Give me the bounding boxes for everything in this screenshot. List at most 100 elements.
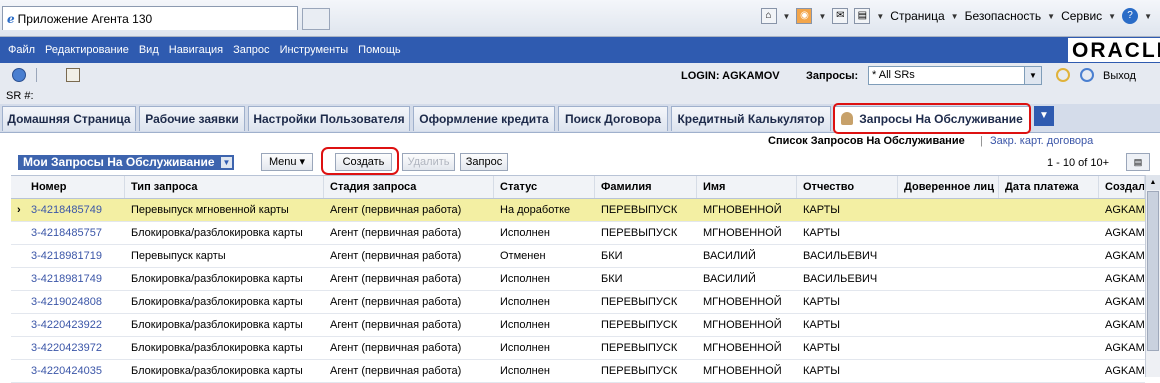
cell-trustee bbox=[904, 268, 999, 290]
table-row[interactable]: 3-4218981719 Перевыпуск карты Агент (перви… bbox=[11, 245, 1145, 268]
query-button[interactable]: Запрос bbox=[460, 153, 508, 171]
more-tabs-button[interactable]: ▼ bbox=[1034, 106, 1054, 126]
table-scrollbar[interactable]: ▲ bbox=[1145, 175, 1160, 377]
cell-stage: Агент (первичная работа) bbox=[330, 273, 462, 285]
col-created-by[interactable]: Создал bbox=[1099, 176, 1145, 198]
link-closed-contract[interactable]: Закр. карт. договора bbox=[990, 135, 1093, 147]
tab-work-orders[interactable]: Рабочие заявки bbox=[139, 106, 245, 131]
tab-service-requests[interactable]: Запросы На Обслуживание bbox=[834, 106, 1030, 133]
create-button[interactable]: Создать bbox=[335, 153, 392, 171]
cell-stage: Агент (первичная работа) bbox=[330, 204, 462, 216]
browser-tab[interactable]: e Приложение Агента 130 bbox=[2, 6, 298, 30]
chevron-down-icon: ▼ bbox=[1108, 11, 1117, 21]
logout-button[interactable]: Выход bbox=[1103, 70, 1136, 82]
cell-patronymic: ВАСИЛЬЕВИЧ bbox=[803, 273, 878, 285]
table-row[interactable]: 3-4218485757 Блокировка/разблокировка кар… bbox=[11, 222, 1145, 245]
col-type[interactable]: Тип запроса bbox=[125, 176, 324, 198]
table-row[interactable]: 3-4220423972 Блокировка/разблокировка кар… bbox=[11, 337, 1145, 360]
chevron-down-icon[interactable]: ▼ bbox=[1024, 67, 1041, 84]
menu-view[interactable]: Вид bbox=[139, 44, 159, 56]
tab-contract-search[interactable]: Поиск Договора bbox=[558, 106, 668, 131]
tab-credit[interactable]: Оформление кредита bbox=[413, 106, 555, 131]
pager-text: 1 - 10 of 10+ bbox=[1047, 157, 1110, 169]
table-row[interactable]: 3-4219024808 Блокировка/разблокировка кар… bbox=[11, 291, 1145, 314]
home-dropdown-icon[interactable]: ▼ bbox=[783, 12, 791, 21]
cell-number[interactable]: 3-4218485749 bbox=[31, 199, 125, 221]
cell-type: Блокировка/разблокировка карты bbox=[131, 365, 303, 377]
help-icon[interactable]: ? bbox=[1122, 8, 1139, 24]
col-patronymic[interactable]: Отчество bbox=[797, 176, 898, 198]
cell-lastname: ПЕРЕВЫПУСК bbox=[601, 204, 678, 216]
cell-number[interactable]: 3-4220423972 bbox=[31, 337, 125, 359]
cell-trustee bbox=[904, 360, 999, 382]
chevron-down-icon[interactable]: ▼ bbox=[221, 157, 232, 168]
feeds-icon[interactable]: ◉ bbox=[796, 8, 813, 24]
help-dropdown-icon[interactable]: ▼ bbox=[1144, 12, 1152, 21]
home-icon[interactable]: ⌂ bbox=[760, 8, 777, 24]
calculator-icon[interactable] bbox=[66, 68, 80, 82]
tools-menu[interactable]: Сервис bbox=[1061, 9, 1102, 23]
queries-select[interactable]: * All SRs ▼ bbox=[868, 66, 1042, 85]
globe-icon[interactable] bbox=[12, 68, 26, 82]
col-status[interactable]: Статус bbox=[494, 176, 595, 198]
print-icon[interactable]: ▤ bbox=[854, 8, 871, 24]
search-sr-icon[interactable] bbox=[1056, 68, 1070, 82]
menu-file[interactable]: Файл bbox=[8, 44, 35, 56]
col-trustee[interactable]: Доверенное лиц bbox=[898, 176, 999, 198]
cell-trustee bbox=[904, 337, 999, 359]
cell-number[interactable]: 3-4220424035 bbox=[31, 360, 125, 382]
cell-patronymic: КАРТЫ bbox=[803, 365, 841, 377]
col-stage[interactable]: Стадия запроса bbox=[324, 176, 494, 198]
link-sr-list[interactable]: Список Запросов На Обслуживание bbox=[768, 135, 965, 147]
screen-links: Список Запросов На Обслуживание bbox=[768, 135, 965, 147]
table-row[interactable]: › 3-4218485749 Перевыпуск мгновенной карты… bbox=[11, 199, 1145, 222]
page-menu[interactable]: Страница bbox=[890, 9, 944, 23]
search-advanced-icon[interactable] bbox=[1080, 68, 1094, 82]
cell-number[interactable]: 3-4218485757 bbox=[31, 222, 125, 244]
person-icon bbox=[841, 112, 854, 125]
list-title[interactable]: Мои Запросы На Обслуживание ▼ bbox=[18, 155, 234, 170]
menu-help[interactable]: Помощь bbox=[358, 44, 401, 56]
service-requests-table: Номер Тип запроса Стадия запроса Статус … bbox=[11, 175, 1145, 383]
tab-user-settings[interactable]: Настройки Пользователя bbox=[248, 106, 410, 131]
menu-navigation[interactable]: Навигация bbox=[169, 44, 223, 56]
cell-number[interactable]: 3-4218981719 bbox=[31, 245, 125, 267]
menu-query[interactable]: Запрос bbox=[233, 44, 269, 56]
cell-payment-date bbox=[1005, 291, 1099, 313]
print-dropdown-icon[interactable]: ▼ bbox=[876, 12, 884, 21]
security-menu[interactable]: Безопасность bbox=[965, 9, 1042, 23]
cell-status: Исполнен bbox=[500, 227, 550, 239]
cell-number[interactable]: 3-4218981749 bbox=[31, 268, 125, 290]
cell-lastname: БКИ bbox=[601, 250, 623, 262]
menu-edit[interactable]: Редактирование bbox=[45, 44, 129, 56]
menu-button[interactable]: Menu ▾ bbox=[261, 153, 313, 171]
col-lastname[interactable]: Фамилия bbox=[595, 176, 697, 198]
cell-created-by: AGKAM bbox=[1105, 227, 1145, 239]
menu-tools[interactable]: Инструменты bbox=[280, 44, 349, 56]
pager-options-icon[interactable]: ▤ bbox=[1126, 153, 1150, 171]
col-payment-date[interactable]: Дата платежа bbox=[999, 176, 1099, 198]
scroll-up-icon[interactable]: ▲ bbox=[1146, 175, 1160, 190]
ie-logo-icon: e bbox=[7, 11, 15, 26]
tab-home[interactable]: Домашняя Страница bbox=[2, 106, 136, 131]
col-firstname[interactable]: Имя bbox=[697, 176, 797, 198]
col-number[interactable]: Номер bbox=[25, 176, 125, 198]
cell-patronymic: КАРТЫ bbox=[803, 342, 841, 354]
cell-patronymic: КАРТЫ bbox=[803, 296, 841, 308]
feeds-dropdown-icon[interactable]: ▼ bbox=[818, 12, 826, 21]
scroll-thumb[interactable] bbox=[1147, 191, 1159, 351]
cell-payment-date bbox=[1005, 268, 1099, 290]
tab-credit-calculator[interactable]: Кредитный Калькулятор bbox=[671, 106, 831, 131]
cell-lastname: ПЕРЕВЫПУСК bbox=[601, 319, 678, 331]
new-tab-button[interactable] bbox=[302, 8, 330, 30]
table-row[interactable]: 3-4220423922 Блокировка/разблокировка кар… bbox=[11, 314, 1145, 337]
table-row[interactable]: 3-4220424035 Блокировка/разблокировка кар… bbox=[11, 360, 1145, 383]
cell-number[interactable]: 3-4219024808 bbox=[31, 291, 125, 313]
cell-number[interactable]: 3-4220423922 bbox=[31, 314, 125, 336]
queries-select-value: * All SRs bbox=[872, 69, 915, 81]
table-row[interactable]: 3-4218981749 Блокировка/разблокировка кар… bbox=[11, 268, 1145, 291]
delete-button: Удалить bbox=[402, 153, 455, 171]
cell-type: Перевыпуск мгновенной карты bbox=[131, 204, 289, 216]
cell-created-by: AGKAM bbox=[1105, 250, 1145, 262]
mail-icon[interactable]: ✉ bbox=[832, 8, 849, 24]
